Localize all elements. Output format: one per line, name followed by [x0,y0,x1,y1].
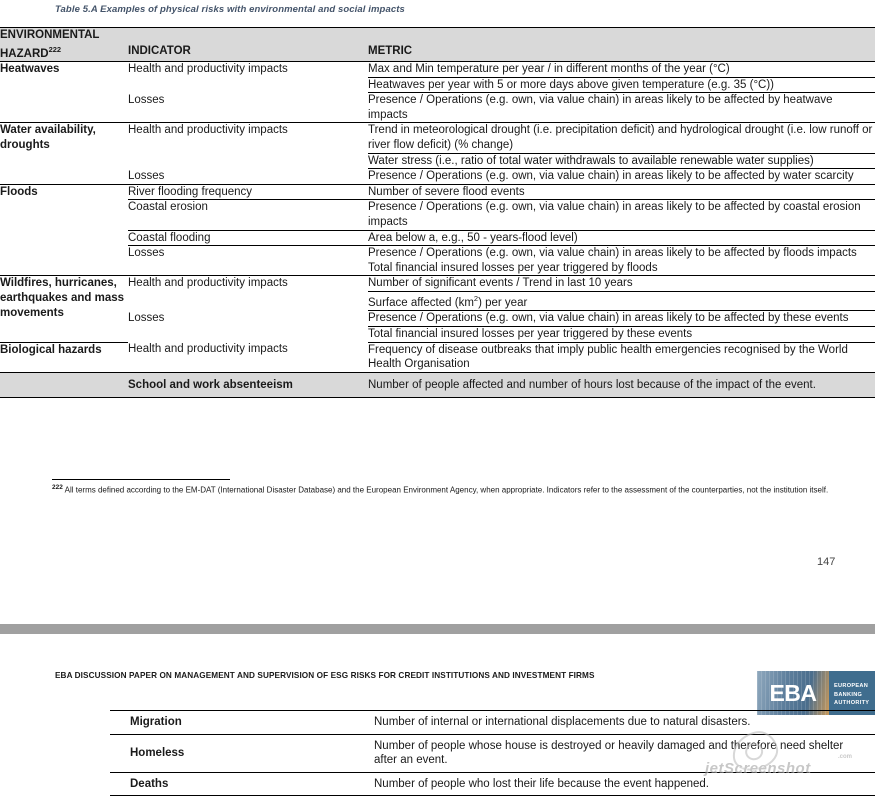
document-page-1: Table 5.A Examples of physical risks wit… [0,0,875,633]
table-row: Migration Number of internal or internat… [110,710,875,735]
indicator-cell: Health and productivity impacts [128,63,288,76]
indicator-cell: Health and productivity impacts [128,277,288,290]
page-number: 147 [817,556,836,568]
header-cell-metric: METRIC [368,26,875,63]
footnote-marker: 222 [52,484,63,491]
metric-cell: Number of significant events / Trend in … [368,275,875,292]
indicator-cell: Losses [128,168,368,185]
table-row: Coastal flooding Area below a, e.g., 50 … [0,230,875,247]
indicator-cell: Losses [128,311,165,324]
table-row: Coastal erosion Presence / Operations (e… [0,199,875,231]
indicator-cell-absenteeism: School and work absenteeism [128,371,368,399]
table-row: Wildfires, hurricanes, earthquakes and m… [0,275,875,343]
table-row: Biological hazards Health and productivi… [0,342,875,373]
table-row: Water availability, droughts Health and … [0,122,875,185]
metric-cell: Number of severe flood events [368,184,875,201]
table-row: Losses Presence / Operations (e.g. own, … [0,92,875,124]
hazard-cell-wildfires: Wildfires, hurricanes, earthquakes and m… [0,275,128,343]
metric-cell: Water stress (i.e., ratio of total water… [368,153,875,170]
eba-logo: EBA EUROPEAN BANKING AUTHORITY [757,671,875,715]
header-cell-indicator: INDICATOR [128,26,368,63]
hazard-cell-water-availability: Water availability, droughts [0,122,128,185]
metric-cell: Frequency of disease outbreaks that impl… [368,342,875,373]
indicator-cell: Health and productivity impacts [128,342,368,373]
metric-cell-migration: Number of internal or international disp… [368,710,875,735]
table-row: Losses Presence / Operations (e.g. own, … [0,245,875,277]
table-caption: Table 5.A Examples of physical risks wit… [55,4,405,15]
physical-risks-table: ENVIRONMENTAL HAZARD222 INDICATOR METRIC… [0,26,875,399]
indicator-cell: Losses [128,92,368,124]
table-row: Homeless Number of people whose house is… [110,734,875,773]
hazard-cell-floods: Floods [0,184,128,277]
metric-line: Presence / Operations (e.g. own, via val… [368,247,857,260]
indicator-cell-deaths: Deaths [110,772,368,796]
superscript-two: 2 [473,293,479,303]
eba-logo-mark: EBA [757,671,829,715]
metric-cell-absenteeism: Number of people affected and number of … [368,371,875,399]
metric-cell: Heatwaves per year with 5 or more days a… [368,77,875,94]
table-row: Losses Presence / Operations (e.g. own, … [0,168,875,185]
metric-cell: Presence / Operations (e.g. own, via val… [368,92,875,124]
indicator-cell-homeless: Homeless [110,734,368,773]
metric-cell-deaths: Number of people who lost their life bec… [368,772,875,796]
header-hazard-footnote-marker: 222 [48,44,62,54]
eba-logo-line-3: AUTHORITY [834,700,870,707]
indicator-cell: River flooding frequency [128,184,368,201]
table-row: Heatwaves Health and productivity impact… [0,61,875,124]
footnote-text: All terms defined according to the EM-DA… [62,485,829,495]
eba-logo-line-2: BANKING [834,691,863,698]
eba-logo-acronym: EBA [769,679,817,706]
metric-cell: Area below a, e.g., 50 - years-flood lev… [368,230,875,247]
indicator-cell-migration: Migration [110,710,368,735]
social-impacts-table: Migration Number of internal or internat… [110,710,875,796]
indicator-cell: Losses [128,245,368,277]
hazard-cell-biological: Biological hazards [0,342,128,373]
metric-cell-group: Presence / Operations (e.g. own, via val… [368,245,875,277]
eba-logo-line-1: EUROPEAN [834,683,869,689]
footnote-separator-rule [52,479,230,480]
metric-cell: Max and Min temperature per year / in di… [368,61,875,78]
indicator-cell: Health and productivity impacts [128,124,288,137]
metric-cell: Total financial insured losses per year … [368,326,875,343]
metric-cell: Trend in meteorological drought (i.e. pr… [368,122,875,154]
running-header: EBA DISCUSSION PAPER ON MANAGEMENT AND S… [55,671,595,680]
table-row: Deaths Number of people who lost their l… [110,772,875,796]
indicator-cell: Coastal flooding [128,230,368,247]
page-separator [0,624,875,634]
table-row: Floods River flooding frequency Number o… [0,184,875,277]
table-header-row: ENVIRONMENTAL HAZARD222 INDICATOR METRIC [0,26,875,63]
metric-cell: Presence / Operations (e.g. own, via val… [368,199,875,231]
metric-cell-homeless: Number of people whose house is destroye… [368,734,875,773]
metric-line: Total financial insured losses per year … [368,261,658,274]
hazard-cell-heatwaves: Heatwaves [0,61,128,124]
header-cell-hazard: ENVIRONMENTAL HAZARD222 [0,26,128,63]
eba-logo-wordmark: EUROPEAN BANKING AUTHORITY [829,671,875,715]
table-row: Losses Presence / Operations (e.g. own, … [0,310,875,327]
metric-cell: Presence / Operations (e.g. own, via val… [368,168,875,185]
hazard-cell-empty [0,371,128,399]
footnote: 222 All terms defined according to the E… [52,482,864,496]
indicator-cell: Coastal erosion [128,199,368,231]
metric-cell: Presence / Operations (e.g. own, via val… [368,310,875,327]
metric-cell-surface: Surface affected (km2) per year [368,291,875,312]
table-row-highlighted: School and work absenteeism Number of pe… [0,371,875,399]
